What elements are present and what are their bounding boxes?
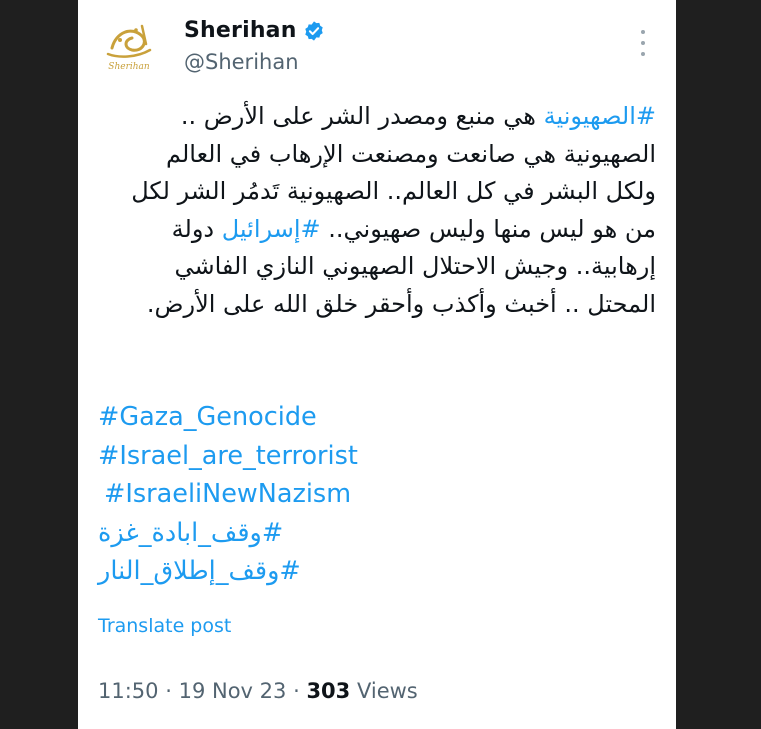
translate-post-link[interactable]: Translate post xyxy=(98,615,231,637)
post-time[interactable]: 11:50 xyxy=(98,679,159,703)
hashtag-link[interactable]: #Gaza_Genocide xyxy=(98,398,638,437)
author-display-name[interactable]: Sherihan xyxy=(184,18,297,43)
hashtag-link[interactable]: #إسرائيل xyxy=(222,215,321,243)
post-line: من هو ليس منها وليس صهيوني.. #إسرائيل دو… xyxy=(171,214,656,243)
logo-wordmark: Sherihan xyxy=(108,62,150,72)
hashtag-link[interactable]: #وقف_إطلاق_النار xyxy=(98,552,638,591)
meta-separator: · xyxy=(165,679,172,703)
post-card: Sherihan Sherihan @Sherihan #الصهيونية ه… xyxy=(78,0,676,729)
views-label: Views xyxy=(356,679,418,703)
hashtag-link[interactable]: #Israel_are_terrorist xyxy=(98,437,638,476)
hashtag-list: #Gaza_Genocide #Israel_are_terrorist #Is… xyxy=(98,398,638,591)
post-text: #الصهيونية هي منبع ومصدر الشر على الأرض … xyxy=(98,98,656,323)
more-options-icon[interactable] xyxy=(634,30,652,56)
author-name-row: Sherihan xyxy=(184,18,325,43)
author-handle[interactable]: @Sherihan xyxy=(184,50,299,74)
post-line: الصهيونية هي صانعت ومصنعت الإرهاب في الع… xyxy=(165,139,656,168)
post-meta: 11:50 · 19 Nov 23 · 303 Views xyxy=(98,679,418,703)
post-line: المحتل .. أخبث وأكذب وأحقر خلق الله على … xyxy=(146,289,656,318)
verified-badge-icon xyxy=(304,20,323,41)
screenshot-frame: Sherihan Sherihan @Sherihan #الصهيونية ه… xyxy=(0,0,761,729)
views-count: 303 xyxy=(306,679,351,703)
meta-separator: · xyxy=(293,679,300,703)
post-line: ولكل البشر في كل العالم.. الصهيونية تَدم… xyxy=(131,177,656,205)
hashtag-link[interactable]: #وقف_ابادة_غزة xyxy=(98,514,638,553)
post-line: #الصهيونية هي منبع ومصدر الشر على الأرض … xyxy=(180,102,656,130)
post-line: إرهابية.. وجيش الاحتلال الصهيوني النازي … xyxy=(174,252,656,280)
avatar[interactable]: Sherihan xyxy=(98,14,160,76)
gold-calligraphy-logo-icon: Sherihan xyxy=(106,24,152,72)
hashtag-link[interactable]: #الصهيونية xyxy=(544,102,656,130)
post-date[interactable]: 19 Nov 23 xyxy=(179,679,287,703)
hashtag-link[interactable]: #IsraeliNewNazism xyxy=(98,475,638,514)
